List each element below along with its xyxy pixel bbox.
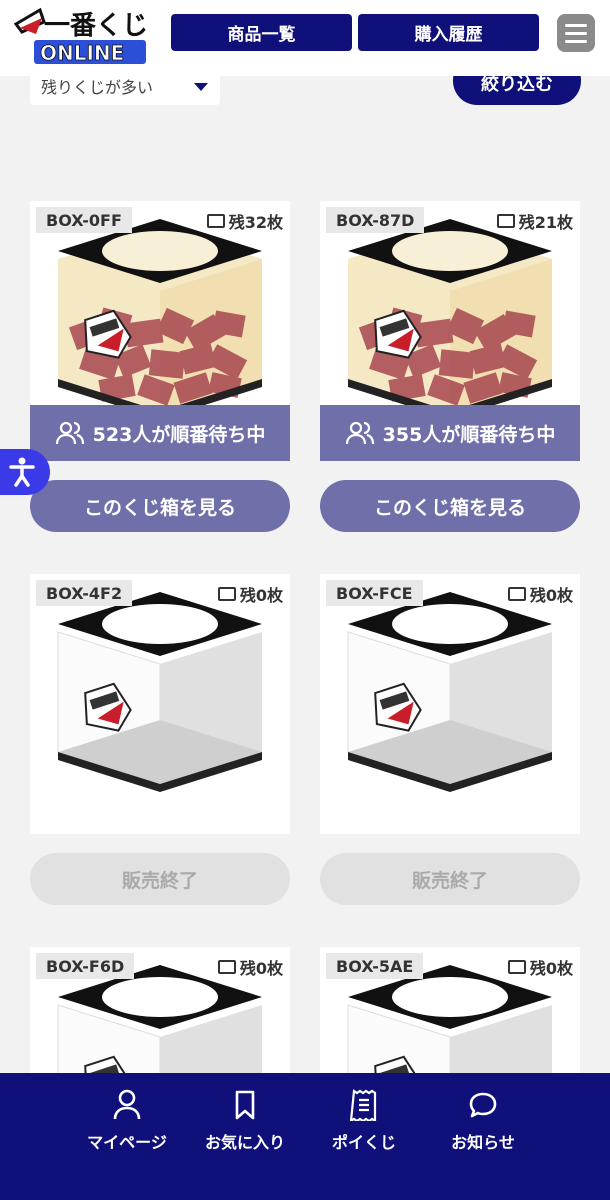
lottery-box-image: [30, 574, 290, 834]
logo-text-top: 一番くじ: [44, 11, 148, 41]
lottery-box-card[interactable]: BOX-87D 残21枚 355人が順番待ち中: [320, 201, 580, 461]
accessibility-icon: [9, 457, 35, 487]
queue-status: 523人が順番待ち中: [30, 405, 290, 461]
chevron-down-icon: [194, 83, 208, 91]
sold-out-button: 販売終了: [320, 853, 580, 905]
view-box-button[interactable]: このくじ箱を見る: [320, 480, 580, 532]
products-list-button[interactable]: 商品一覧: [171, 14, 352, 51]
user-icon: [113, 1089, 141, 1120]
hamburger-icon[interactable]: [557, 14, 595, 52]
lottery-box-card[interactable]: BOX-0FF 残32枚 523人が順番待ち中: [30, 201, 290, 461]
ticket-icon: [206, 214, 225, 228]
sort-value: 残りくじが多い: [41, 78, 154, 97]
nav-mypage[interactable]: マイページ: [67, 1089, 187, 1153]
remaining-count: 残21枚: [496, 209, 573, 233]
ticket-icon: [507, 587, 526, 601]
bottom-navigation: マイページ お気に入り ポイくじ お知らせ: [0, 1073, 610, 1200]
box-id: BOX-F6D: [36, 953, 135, 979]
accessibility-button[interactable]: [0, 449, 50, 495]
remaining-count: 残0枚: [507, 955, 573, 979]
logo-text-bottom: ONLINE: [40, 41, 124, 65]
remaining-count: 残0枚: [507, 582, 573, 606]
chat-bubble-icon: [469, 1092, 497, 1118]
remaining-count: 残32枚: [206, 209, 283, 233]
lottery-box-card[interactable]: BOX-FCE 残0枚: [320, 574, 580, 834]
box-id: BOX-FCE: [326, 580, 423, 606]
box-id: BOX-0FF: [36, 207, 132, 233]
users-icon: [345, 421, 374, 445]
ticket-icon: [217, 587, 236, 601]
view-box-button[interactable]: このくじ箱を見る: [30, 480, 290, 532]
purchase-history-button[interactable]: 購入履歴: [358, 14, 539, 51]
sold-out-button: 販売終了: [30, 853, 290, 905]
nav-poikuji[interactable]: ポイくじ: [304, 1089, 424, 1153]
nav-favorites[interactable]: お気に入り: [185, 1089, 305, 1153]
lottery-box-card[interactable]: BOX-4F2 残0枚: [30, 574, 290, 834]
nav-notifications[interactable]: お知らせ: [423, 1089, 543, 1153]
ticket-icon: [217, 960, 236, 974]
box-id: BOX-4F2: [36, 580, 133, 606]
ticket-icon: [507, 960, 526, 974]
queue-status: 355人が順番待ち中: [320, 405, 580, 461]
remaining-count: 残0枚: [217, 582, 283, 606]
users-icon: [55, 421, 84, 445]
bookmark-icon: [235, 1090, 255, 1120]
box-id: BOX-87D: [326, 207, 425, 233]
remaining-count: 残0枚: [217, 955, 283, 979]
ichiban-kuji-online-logo[interactable]: 一番くじ ONLINE: [13, 4, 148, 66]
box-id: BOX-5AE: [326, 953, 424, 979]
receipt-icon: [349, 1089, 377, 1121]
lottery-box-image: [320, 574, 580, 834]
app-header: 一番くじ ONLINE 商品一覧 購入履歴: [0, 0, 610, 76]
ticket-icon: [496, 214, 515, 228]
